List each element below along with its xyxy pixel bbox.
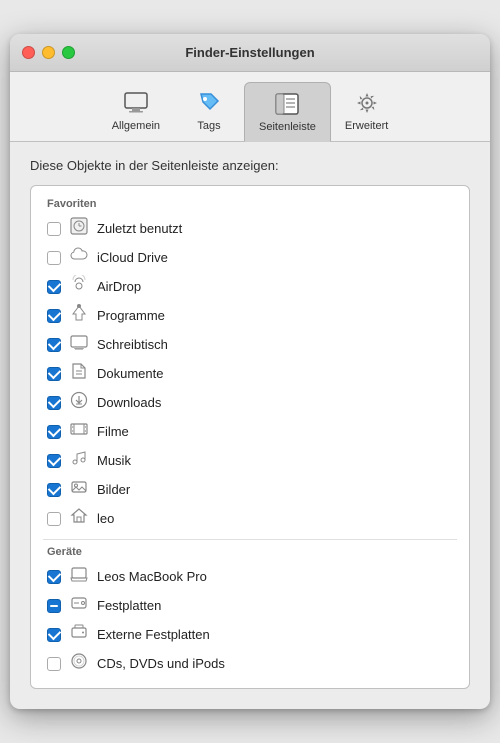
- list-item: Filme: [43, 417, 457, 446]
- ext-festplatten-icon: [69, 623, 89, 646]
- filme-icon: [69, 420, 89, 443]
- erweitert-icon: [352, 88, 382, 118]
- item-label-leo: leo: [97, 511, 114, 526]
- item-label-icloud: iCloud Drive: [97, 250, 168, 265]
- programme-icon: [69, 304, 89, 327]
- list-item: Externe Festplatten: [43, 620, 457, 649]
- seitenleiste-icon: [272, 89, 302, 119]
- item-label-downloads: Downloads: [97, 395, 161, 410]
- item-label-airdrop: AirDrop: [97, 279, 141, 294]
- checkbox-bilder[interactable]: [47, 483, 61, 497]
- macbook-icon: [69, 565, 89, 588]
- traffic-lights: [22, 46, 75, 59]
- group-label-geraete: Geräte: [47, 546, 457, 558]
- window: Finder-Einstellungen Allgemein: [10, 34, 490, 709]
- list-item: leo: [43, 504, 457, 533]
- downloads-icon: [69, 391, 89, 414]
- list-item: Dokumente: [43, 359, 457, 388]
- checkbox-festplatten[interactable]: [47, 599, 61, 613]
- checkbox-dokumente[interactable]: [47, 367, 61, 381]
- icloud-icon: [69, 246, 89, 269]
- separator: [43, 539, 457, 540]
- checkbox-zuletzt[interactable]: [47, 222, 61, 236]
- group-label-favoriten: Favoriten: [47, 198, 457, 210]
- checkbox-musik[interactable]: [47, 454, 61, 468]
- zuletzt-icon: [69, 217, 89, 240]
- close-button[interactable]: [22, 46, 35, 59]
- dokumente-icon: [69, 362, 89, 385]
- tags-icon: [194, 88, 224, 118]
- maximize-button[interactable]: [62, 46, 75, 59]
- tab-erweitert[interactable]: Erweitert: [331, 82, 402, 141]
- airdrop-icon: [69, 275, 89, 298]
- item-label-cds: CDs, DVDs und iPods: [97, 656, 225, 671]
- section-title: Diese Objekte in der Seitenleiste anzeig…: [30, 158, 470, 173]
- checkbox-schreibtisch[interactable]: [47, 338, 61, 352]
- item-label-dokumente: Dokumente: [97, 366, 163, 381]
- list-item: AirDrop: [43, 272, 457, 301]
- list-item: iCloud Drive: [43, 243, 457, 272]
- list-item: Musik: [43, 446, 457, 475]
- schreibtisch-icon: [69, 333, 89, 356]
- allgemein-icon: [121, 88, 151, 118]
- toolbar: Allgemein Tags Se: [10, 72, 490, 142]
- checkbox-cds[interactable]: [47, 657, 61, 671]
- tab-tags[interactable]: Tags: [174, 82, 244, 141]
- festplatten-icon: [69, 594, 89, 617]
- checkbox-ext-festplatten[interactable]: [47, 628, 61, 642]
- list-item: Downloads: [43, 388, 457, 417]
- item-label-festplatten: Festplatten: [97, 598, 161, 613]
- item-label-bilder: Bilder: [97, 482, 130, 497]
- checkbox-programme[interactable]: [47, 309, 61, 323]
- checkbox-downloads[interactable]: [47, 396, 61, 410]
- leo-icon: [69, 507, 89, 530]
- list-item: Programme: [43, 301, 457, 330]
- item-label-ext-festplatten: Externe Festplatten: [97, 627, 210, 642]
- item-label-musik: Musik: [97, 453, 131, 468]
- list-item: Schreibtisch: [43, 330, 457, 359]
- tab-seitenleiste[interactable]: Seitenleiste: [244, 82, 331, 142]
- musik-icon: [69, 449, 89, 472]
- checkbox-macbook[interactable]: [47, 570, 61, 584]
- list-item: Leos MacBook Pro: [43, 562, 457, 591]
- item-label-zuletzt: Zuletzt benutzt: [97, 221, 182, 236]
- tab-seitenleiste-label: Seitenleiste: [259, 121, 316, 133]
- sidebar-panel: Favoriten Zuletzt benutzt: [30, 185, 470, 689]
- list-item: Zuletzt benutzt: [43, 214, 457, 243]
- item-label-macbook: Leos MacBook Pro: [97, 569, 207, 584]
- titlebar: Finder-Einstellungen: [10, 34, 490, 72]
- minimize-button[interactable]: [42, 46, 55, 59]
- bilder-icon: [69, 478, 89, 501]
- checkbox-icloud[interactable]: [47, 251, 61, 265]
- tab-tags-label: Tags: [197, 120, 220, 132]
- list-item: Festplatten: [43, 591, 457, 620]
- checkbox-leo[interactable]: [47, 512, 61, 526]
- checkbox-airdrop[interactable]: [47, 280, 61, 294]
- tab-allgemein[interactable]: Allgemein: [98, 82, 174, 141]
- window-title: Finder-Einstellungen: [185, 45, 314, 60]
- content: Diese Objekte in der Seitenleiste anzeig…: [10, 142, 490, 709]
- tab-allgemein-label: Allgemein: [112, 120, 160, 132]
- list-item: CDs, DVDs und iPods: [43, 649, 457, 678]
- item-label-schreibtisch: Schreibtisch: [97, 337, 168, 352]
- tab-erweitert-label: Erweitert: [345, 120, 388, 132]
- item-label-programme: Programme: [97, 308, 165, 323]
- cds-icon: [69, 652, 89, 675]
- item-label-filme: Filme: [97, 424, 129, 439]
- checkbox-filme[interactable]: [47, 425, 61, 439]
- list-item: Bilder: [43, 475, 457, 504]
